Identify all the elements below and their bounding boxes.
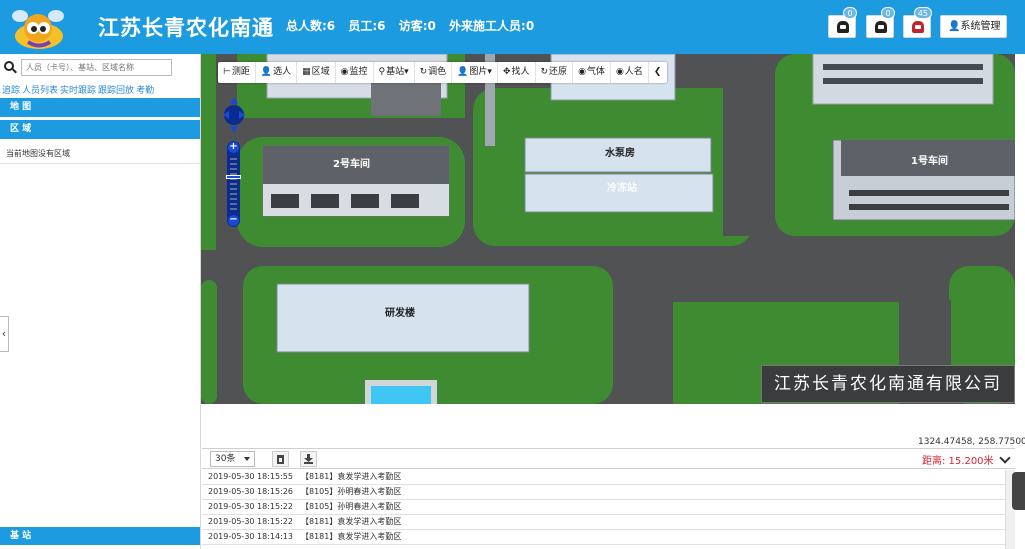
building-pump-house[interactable]: 水泵房 (605, 144, 635, 159)
alarm-badge: 45 (913, 7, 932, 19)
trash-icon (277, 455, 284, 464)
link-track[interactable]: 追踪 (2, 86, 20, 96)
zoom-handle[interactable] (226, 175, 241, 179)
search-icon (4, 61, 14, 71)
company-name-banner: 江苏长青农化南通有限公司 (761, 365, 1015, 403)
tool-find-person[interactable]: ✥找人 (498, 62, 536, 83)
alarm-button-2[interactable]: 0 (866, 7, 895, 38)
stat-staff: 员工:6 (348, 19, 386, 33)
area-icon: ▦ (302, 67, 311, 77)
search-input[interactable] (21, 59, 172, 76)
chevron-left-icon: ‹ (1, 327, 7, 340)
app-title: 江苏长青农化南通 (98, 16, 274, 40)
clear-log-button[interactable] (272, 451, 289, 467)
coordinate-readout: 1324.47458, 258.77500 (918, 437, 1025, 447)
alarm-button-3[interactable]: 45 (903, 7, 932, 38)
tool-collapse[interactable]: ❮ (649, 62, 668, 83)
quick-links: 追踪 人员列表 实时跟踪 跟踪回放 考勤 (2, 83, 156, 96)
left-panel: 追踪人员列表实时跟踪跟踪回放考勤 地 图 区 域 当前地图没有区域 ‹ (0, 54, 201, 549)
no-area-message: 当前地图没有区域 (6, 149, 70, 158)
zoom-slider[interactable]: + − (226, 141, 241, 227)
ruler-icon: ⊢ (223, 67, 231, 77)
link-attendance[interactable]: 考勤 (136, 86, 154, 96)
tool-measure[interactable]: ⊢测距 (218, 62, 256, 83)
divider (0, 163, 200, 164)
map-view[interactable]: 2号车间 水泵房 冷冻站 1号车间 研发楼 ⊢测距 👤选人 ▦区域 ◉监控 ⚲基… (201, 54, 1015, 404)
tool-base-station[interactable]: ⚲基站▾ (374, 62, 415, 83)
collapse-panel-button[interactable]: ‹ (0, 316, 9, 352)
list-item: 2019-05-30 18:14:13 【8181】袁发学进入考勤区 (202, 530, 1005, 545)
alarm-button-1[interactable]: 0 (828, 7, 857, 38)
link-person-list[interactable]: 人员列表 (22, 86, 58, 96)
link-playback[interactable]: 跟踪回放 (98, 86, 134, 96)
tool-select-person[interactable]: 👤选人 (256, 62, 298, 83)
list-item: 2019-05-30 18:15:55 【8181】袁发学进入考勤区 (202, 470, 1005, 485)
zoom-out-button[interactable]: − (228, 215, 239, 226)
export-log-button[interactable] (300, 451, 317, 467)
palette-icon: ↻ (419, 67, 428, 77)
collapse-left-icon: ❮ (653, 67, 662, 77)
building-freezer-station[interactable]: 冷冻站 (607, 179, 637, 194)
eye-icon: ◉ (340, 67, 349, 77)
tool-gas[interactable]: ◉气体 (573, 62, 611, 83)
person-icon: 👤 (260, 67, 273, 77)
building-workshop-1[interactable]: 1号车间 (911, 152, 948, 167)
tool-restore[interactable]: ↻还原 (536, 62, 574, 83)
distance-readout: 距离: 15.200米 (922, 456, 994, 467)
download-icon (304, 454, 313, 464)
list-item: 2019-05-30 18:15:26 【8105】孙明春进入考勤区 (202, 485, 1005, 500)
area-section-header[interactable]: 区 域 (0, 120, 200, 139)
pin-icon: ⚲ (378, 67, 386, 77)
zoom-in-button[interactable]: + (228, 142, 239, 153)
pan-control-icon[interactable] (223, 95, 245, 135)
building-rnd[interactable]: 研发楼 (385, 304, 415, 319)
log-toolbar: 30条 距离: 15.200米 (202, 448, 1015, 469)
list-item: 2019-05-30 18:15:22 【8105】孙明春进入考勤区 (202, 500, 1005, 515)
refresh-icon: ↻ (540, 67, 549, 77)
stat-total: 总人数:6 (286, 19, 336, 33)
alarm-icon (875, 21, 887, 33)
building-workshop-2[interactable]: 2号车间 (333, 155, 370, 170)
zoom-track[interactable] (230, 155, 237, 213)
eye-icon: ◉ (615, 67, 624, 77)
page-size-select[interactable]: 30条 (210, 451, 255, 467)
tool-image[interactable]: 👤图片▾ (452, 62, 498, 83)
stat-contractors: 外来施工人员:0 (449, 19, 535, 33)
alarm-icon (837, 21, 849, 33)
alarm-badge: 0 (881, 7, 895, 19)
event-log: 2019-05-30 18:15:55 【8181】袁发学进入考勤区 2019-0… (202, 470, 1005, 549)
user-icon: 👤 (948, 21, 961, 32)
link-realtime[interactable]: 实时跟踪 (60, 86, 96, 96)
map-section-header[interactable]: 地 图 (0, 98, 200, 117)
eye-icon: ◉ (578, 67, 586, 77)
system-admin-button[interactable]: 👤系统管理 (940, 15, 1007, 38)
headcount-stats: 总人数:6 员工:6 访客:0 外来施工人员:0 (286, 17, 543, 34)
move-icon: ✥ (502, 67, 511, 77)
tool-color[interactable]: ↻调色 (415, 62, 453, 83)
tool-monitor[interactable]: ◉监控 (336, 62, 374, 83)
tool-person-name[interactable]: ◉人名 (611, 62, 649, 83)
side-drawer-handle[interactable] (1012, 472, 1025, 510)
alarm-icon (912, 21, 924, 33)
tool-area[interactable]: ▦区域 (297, 62, 336, 83)
caret-down-icon (244, 457, 250, 461)
base-station-section-header[interactable]: 基 站 (0, 527, 200, 545)
map-canvas (201, 54, 1015, 404)
stat-visitors: 访客:0 (398, 19, 436, 33)
list-item: 2019-05-30 18:15:22 【8181】袁发学进入考勤区 (202, 515, 1005, 530)
map-toolbar: ⊢测距 👤选人 ▦区域 ◉监控 ⚲基站▾ ↻调色 👤图片▾ ✥找人 ↻还原 ◉气… (218, 62, 668, 83)
alarm-badge: 0 (843, 7, 857, 19)
header-bar: 江苏长青农化南通 总人数:6 员工:6 访客:0 外来施工人员:0 0 0 45… (0, 0, 1025, 54)
chevron-down-icon[interactable] (999, 452, 1011, 464)
person-icon: 👤 (457, 67, 469, 77)
bee-logo-icon (12, 10, 64, 49)
